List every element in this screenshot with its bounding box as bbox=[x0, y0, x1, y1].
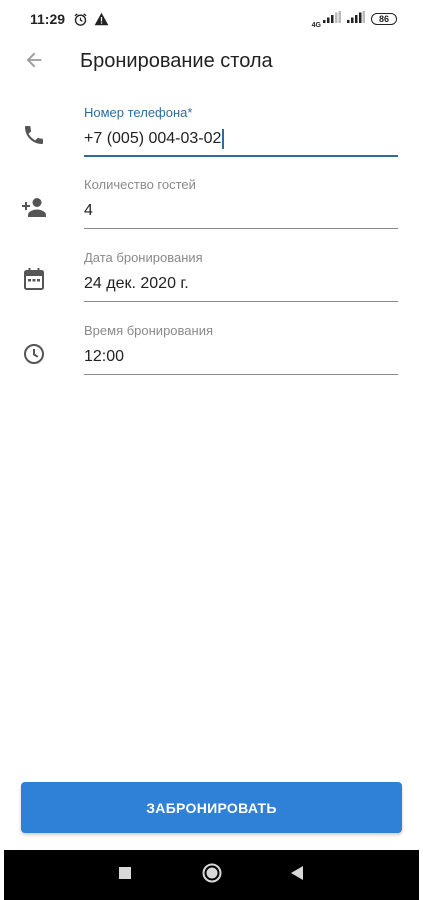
date-input[interactable]: 24 дек. 2020 г. bbox=[84, 272, 398, 296]
status-time: 11:29 bbox=[30, 11, 66, 27]
signal-icon-2 bbox=[347, 10, 365, 28]
back-button[interactable] bbox=[18, 46, 50, 78]
phone-label: Номер телефона* bbox=[84, 105, 193, 120]
time-underline bbox=[84, 374, 398, 375]
recent-apps-button[interactable] bbox=[112, 862, 138, 888]
date-label: Дата бронирования bbox=[84, 250, 203, 265]
time-row: Время бронирования 12:00 bbox=[0, 323, 423, 383]
guests-field[interactable]: Количество гостей 4 bbox=[84, 177, 398, 231]
clock-icon bbox=[21, 341, 47, 367]
home-circle-icon bbox=[201, 862, 223, 889]
square-icon bbox=[118, 866, 132, 885]
network-type: 4G bbox=[311, 21, 321, 29]
phone-field[interactable]: Номер телефона* +7 (005) 004-03-02 bbox=[84, 105, 398, 159]
date-value: 24 дек. 2020 г. bbox=[84, 275, 189, 292]
warning-icon bbox=[94, 12, 109, 26]
phone-row: Номер телефона* +7 (005) 004-03-02 bbox=[0, 105, 423, 165]
triangle-back-icon bbox=[290, 865, 304, 886]
phone-icon bbox=[21, 122, 47, 148]
time-value: 12:00 bbox=[84, 348, 125, 365]
phone-underline bbox=[84, 155, 398, 157]
time-field[interactable]: Время бронирования 12:00 bbox=[84, 323, 398, 377]
text-caret bbox=[222, 129, 225, 149]
date-row: Дата бронирования 24 дек. 2020 г. bbox=[0, 250, 423, 310]
signal-icon bbox=[323, 10, 341, 28]
status-right: 4G 86 bbox=[312, 10, 397, 29]
date-field[interactable]: Дата бронирования 24 дек. 2020 г. bbox=[84, 250, 398, 304]
guests-row: Количество гостей 4 bbox=[0, 177, 423, 237]
arrow-left-icon bbox=[23, 49, 45, 76]
navigation-bar bbox=[4, 850, 419, 900]
back-nav-button[interactable] bbox=[284, 862, 310, 888]
person-add-icon bbox=[21, 194, 47, 220]
status-bar: 11:29 4G 86 bbox=[0, 0, 423, 38]
guests-input[interactable]: 4 bbox=[84, 199, 398, 223]
date-underline bbox=[84, 301, 398, 302]
book-button[interactable]: ЗАБРОНИРОВАТЬ bbox=[21, 782, 402, 833]
booking-screen: 11:29 4G 86 Бронирование стола Номер тел… bbox=[0, 0, 423, 900]
time-input[interactable]: 12:00 bbox=[84, 345, 398, 369]
guests-underline bbox=[84, 228, 398, 229]
guests-value: 4 bbox=[84, 202, 93, 219]
home-button[interactable] bbox=[199, 862, 225, 888]
battery-icon: 86 bbox=[371, 13, 397, 25]
phone-value: +7 (005) 004-03-02 bbox=[84, 130, 222, 147]
alarm-clock-icon bbox=[73, 12, 88, 27]
calendar-icon bbox=[21, 266, 47, 292]
guests-label: Количество гостей bbox=[84, 177, 196, 192]
app-bar: Бронирование стола bbox=[0, 38, 423, 86]
time-label: Время бронирования bbox=[84, 323, 213, 338]
page-title: Бронирование стола bbox=[80, 50, 273, 72]
phone-input[interactable]: +7 (005) 004-03-02 bbox=[84, 127, 398, 151]
